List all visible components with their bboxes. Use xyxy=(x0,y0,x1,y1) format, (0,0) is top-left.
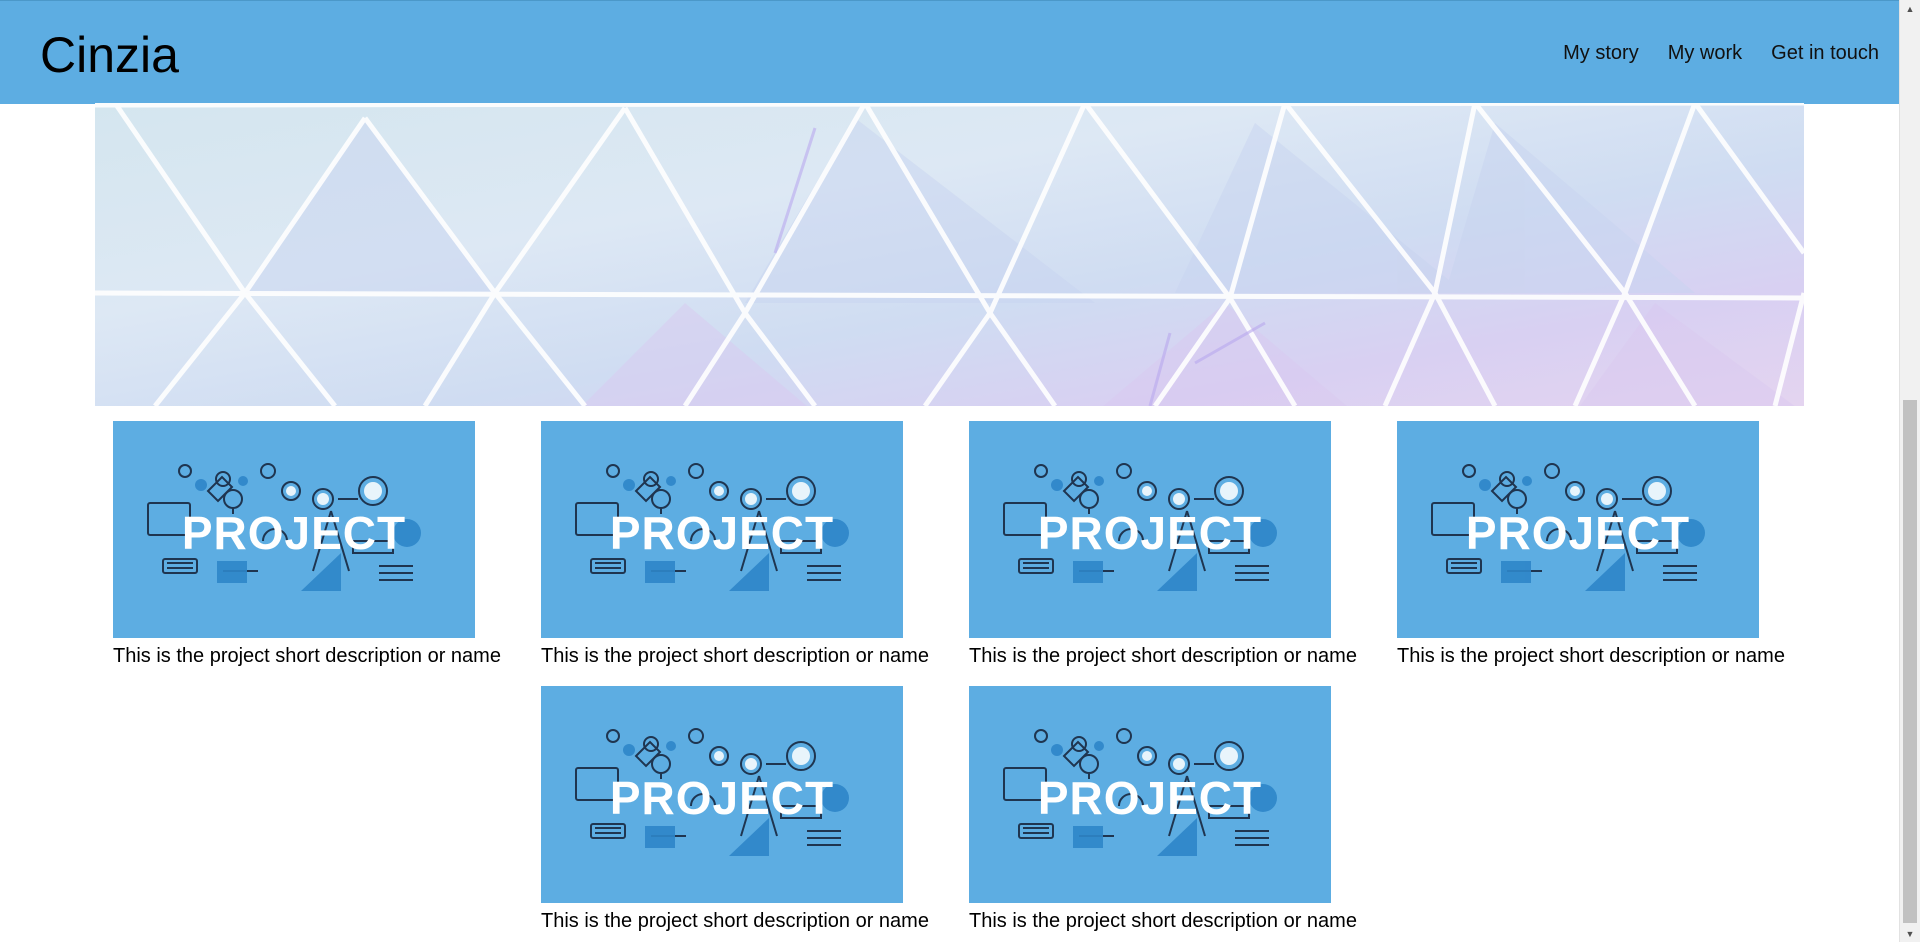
project-card[interactable]: PROJECT This is the project short descri… xyxy=(1397,421,1797,668)
svg-text:PROJECT: PROJECT xyxy=(610,507,834,559)
svg-text:PROJECT: PROJECT xyxy=(182,507,406,559)
scrollbar-thumb[interactable] xyxy=(1903,400,1917,923)
svg-text:PROJECT: PROJECT xyxy=(610,772,834,824)
project-card[interactable]: PROJECT This is the project short descri… xyxy=(541,421,941,668)
project-thumbnail[interactable]: PROJECT xyxy=(969,686,1331,903)
project-illustration: PROJECT xyxy=(1003,463,1277,591)
project-thumbnail[interactable]: PROJECT xyxy=(1397,421,1759,638)
project-card[interactable]: PROJECT This is the project short descri… xyxy=(969,686,1369,933)
main-nav: My story My work Get in touch xyxy=(1534,41,1879,65)
svg-text:PROJECT: PROJECT xyxy=(1038,772,1262,824)
scroll-up-arrow-icon[interactable]: ▲ xyxy=(1900,0,1920,17)
project-card[interactable]: PROJECT This is the project short descri… xyxy=(969,421,1369,668)
scroll-down-arrow-icon[interactable]: ▼ xyxy=(1900,925,1920,942)
svg-text:PROJECT: PROJECT xyxy=(1466,507,1690,559)
project-thumbnail[interactable]: PROJECT xyxy=(113,421,475,638)
project-illustration: PROJECT xyxy=(575,728,849,856)
vertical-scrollbar[interactable]: ▲ ▼ xyxy=(1899,0,1920,942)
project-caption: This is the project short description or… xyxy=(541,910,929,932)
project-caption: This is the project short description or… xyxy=(1397,645,1785,667)
project-illustration: PROJECT xyxy=(147,463,421,591)
project-thumbnail[interactable]: PROJECT xyxy=(541,686,903,903)
svg-text:PROJECT: PROJECT xyxy=(1038,507,1262,559)
site-brand[interactable]: Cinzia xyxy=(40,25,179,85)
project-caption: This is the project short description or… xyxy=(969,910,1357,932)
project-card[interactable]: PROJECT This is the project short descri… xyxy=(113,421,513,668)
project-caption: This is the project short description or… xyxy=(541,645,929,667)
project-card[interactable]: PROJECT This is the project short descri… xyxy=(541,686,941,933)
hero-banner-image xyxy=(95,103,1804,406)
nav-get-in-touch[interactable]: Get in touch xyxy=(1771,41,1879,65)
project-illustration: PROJECT xyxy=(1003,728,1277,856)
nav-my-story[interactable]: My story xyxy=(1563,41,1639,65)
site-header: Cinzia My story My work Get in touch xyxy=(0,0,1899,104)
project-thumbnail[interactable]: PROJECT xyxy=(541,421,903,638)
nav-my-work[interactable]: My work xyxy=(1668,41,1742,65)
project-illustration: PROJECT xyxy=(1431,463,1705,591)
project-thumbnail[interactable]: PROJECT xyxy=(969,421,1331,638)
project-illustration: PROJECT xyxy=(575,463,849,591)
project-caption: This is the project short description or… xyxy=(969,645,1357,667)
project-caption: This is the project short description or… xyxy=(113,645,501,667)
